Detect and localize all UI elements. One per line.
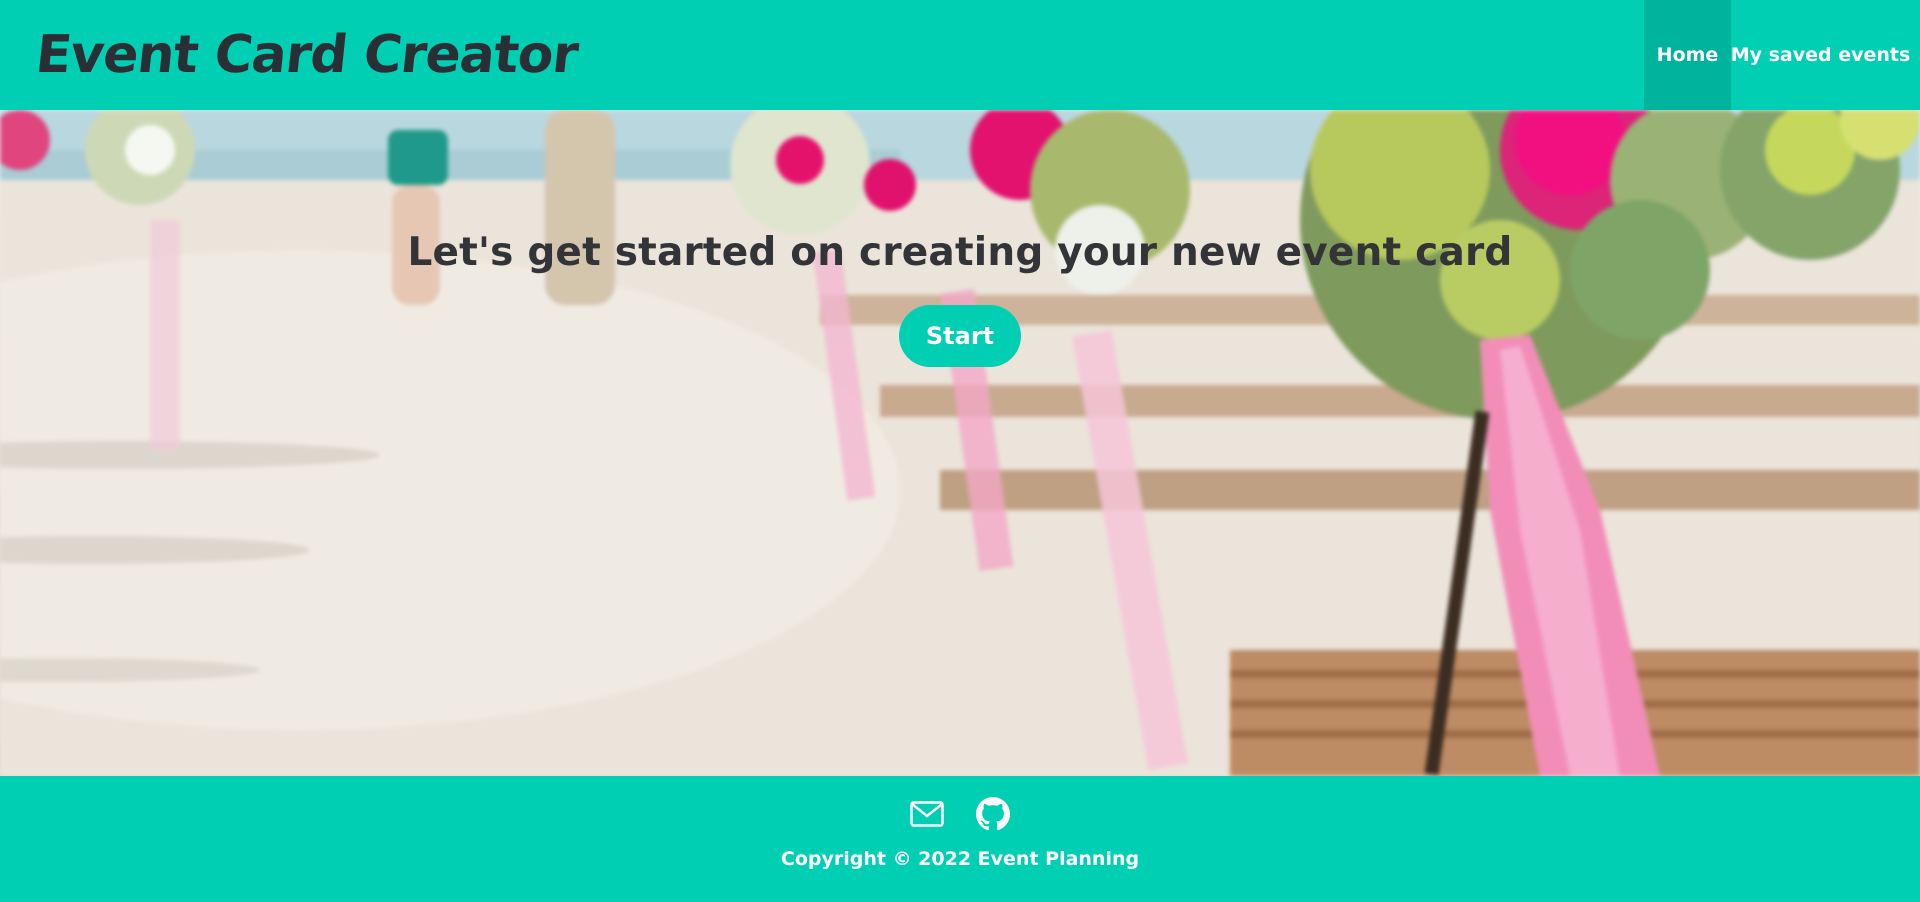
copyright-text: Copyright © 2022 Event Planning	[780, 848, 1140, 870]
mail-icon[interactable]	[909, 796, 945, 832]
navbar: Event Card Creator Home My saved events	[0, 0, 1920, 110]
hero-section: Let's get started on creating your new e…	[0, 110, 1920, 776]
nav-saved-events-link[interactable]: My saved events	[1731, 0, 1920, 110]
nav-home-link[interactable]: Home	[1644, 0, 1731, 110]
start-button[interactable]: Start	[899, 305, 1021, 367]
brand-title[interactable]: Event Card Creator	[33, 25, 581, 85]
github-icon[interactable]	[975, 796, 1011, 832]
footer-icons	[0, 796, 1920, 832]
nav-links: Home My saved events	[1644, 0, 1920, 110]
footer: Copyright © 2022 Event Planning	[0, 776, 1920, 902]
hero-title: Let's get started on creating your new e…	[407, 230, 1513, 275]
hero-background-image	[0, 110, 1920, 776]
